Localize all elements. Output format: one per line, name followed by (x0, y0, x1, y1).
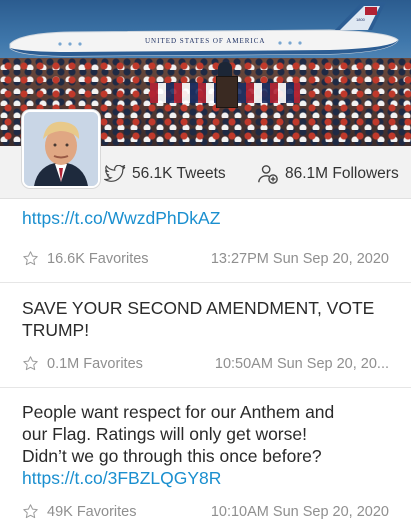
favorite-button[interactable]: 49K Favorites (22, 503, 136, 520)
tweet-text-line: TRUMP! (22, 320, 90, 340)
tweet-text: People want respect for our Anthem and o… (22, 401, 389, 489)
star-icon (23, 504, 38, 519)
tweet-text-line: SAVE YOUR SECOND AMENDMENT, VOTE (22, 298, 375, 318)
podium (216, 76, 238, 108)
tweet-timestamp: 13:27PM Sun Sep 20, 2020 (210, 250, 389, 267)
tweet-text-line: People want respect for our Anthem and (22, 402, 335, 422)
star-icon (23, 356, 38, 371)
avatar[interactable] (22, 110, 100, 188)
tweet-text: https://t.co/WwzdPhDkAZ (22, 207, 389, 229)
tweet-feed: https://t.co/WwzdPhDkAZ 16.6K Favorites … (0, 199, 411, 521)
tweet-meta: 0.1M Favorites 10:50AM Sun Sep 20, 20... (22, 355, 389, 372)
tweet-item[interactable]: SAVE YOUR SECOND AMENDMENT, VOTE TRUMP! … (0, 283, 411, 387)
tweet-text-line: Didn’t we go through this once before? (22, 446, 322, 466)
tweet-meta: 49K Favorites 10:10AM Sun Sep 20, 2020 (22, 503, 389, 520)
tweet-link[interactable]: https://t.co/WwzdPhDkAZ (22, 208, 220, 228)
star-icon (23, 251, 38, 266)
person-add-icon (258, 165, 278, 184)
avatar-portrait (24, 112, 98, 186)
tweet-item[interactable]: https://t.co/WwzdPhDkAZ 16.6K Favorites … (0, 199, 411, 282)
tweet-meta: 16.6K Favorites 13:27PM Sun Sep 20, 2020 (22, 250, 389, 267)
tweet-timestamp: 10:50AM Sun Sep 20, 20... (214, 355, 389, 372)
tweets-count: 56.1K Tweets (132, 165, 226, 182)
favorite-button[interactable]: 0.1M Favorites (22, 355, 143, 372)
bird-icon (104, 165, 126, 182)
tweet-text: SAVE YOUR SECOND AMENDMENT, VOTE TRUMP! (22, 297, 389, 341)
followers-count-stat[interactable]: 86.1M Followers (257, 162, 399, 186)
plane-marking: UNITED STATES OF AMERICA (145, 37, 265, 45)
favorite-button[interactable]: 16.6K Favorites (22, 250, 149, 267)
tweet-item[interactable]: People want respect for our Anthem and o… (0, 388, 411, 521)
favorites-count: 16.6K Favorites (47, 250, 149, 267)
tweet-timestamp: 10:10AM Sun Sep 20, 2020 (210, 503, 389, 520)
followers-count: 86.1M Followers (285, 165, 399, 182)
tweet-text-line: our Flag. Ratings will only get worse! (22, 424, 307, 444)
tweet-link[interactable]: https://t.co/3FBZLQGY8R (22, 468, 221, 488)
favorites-count: 49K Favorites (47, 503, 137, 520)
tweets-count-stat[interactable]: 56.1K Tweets (104, 162, 226, 186)
favorites-count: 0.1M Favorites (47, 355, 143, 372)
tail-number: 1800 (356, 17, 366, 22)
